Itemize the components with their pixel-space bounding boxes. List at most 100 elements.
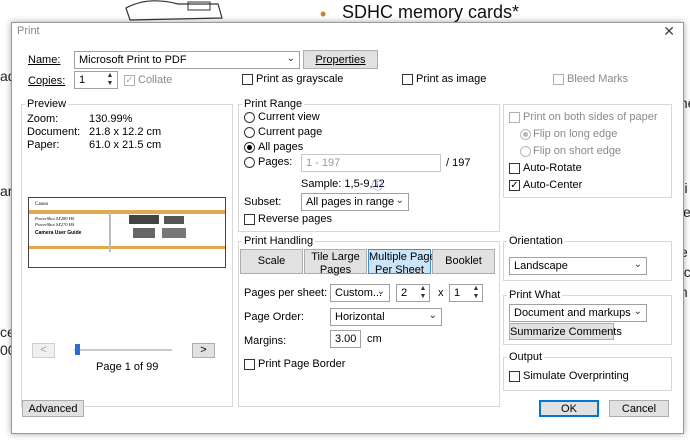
page-order-select[interactable]: Horizontal ⌄ [330, 308, 442, 326]
zoom-label: Zoom: [27, 113, 59, 125]
print-page-border-label: Print Page Border [258, 358, 346, 370]
booklet-tab-label: Booklet [445, 255, 482, 267]
print-as-image-checkbox[interactable] [402, 74, 413, 85]
advanced-button[interactable]: Advanced [22, 400, 84, 417]
auto-center-checkbox[interactable]: ✓ [509, 180, 520, 191]
thumbnail-model-2: PowerShot SX270 HS [35, 222, 75, 227]
bleed-marks-label: Bleed Marks [567, 73, 629, 85]
page-order-label: Page Order: [244, 311, 304, 323]
copies-value: 1 [79, 74, 86, 86]
spin-arrows-icon[interactable]: ▲ ▼ [471, 285, 481, 301]
tile-large-pages-tab[interactable]: Tile Large Pages [304, 249, 367, 276]
subset-value: All pages in range [306, 196, 395, 208]
info-icon[interactable]: ⓘ [372, 177, 383, 193]
chevron-down-icon: ⌄ [633, 259, 642, 270]
collate-checkbox[interactable]: ✓ [124, 75, 135, 86]
pages-label: Pages: [258, 156, 293, 168]
chevron-down-icon: ⌄ [395, 195, 404, 206]
document-size-value: 21.8 x 12.2 cm [89, 126, 162, 138]
properties-button-label: Properties [315, 54, 366, 66]
print-page-border-checkbox[interactable] [244, 359, 255, 370]
summarize-comments-button[interactable]: Summarize Comments [509, 323, 622, 340]
thumbnail-brand: Canon [35, 202, 49, 207]
print-handling-group-label: Print Handling [242, 235, 316, 247]
auto-rotate-checkbox[interactable] [509, 163, 520, 174]
chevron-down-icon: ⌄ [376, 286, 385, 297]
print-dialog: Print ✕ Name: Microsoft Print to PDF ⌄ P… [11, 22, 684, 434]
flip-long-edge-radio[interactable] [520, 129, 531, 140]
pages-per-sheet-label: Pages per sheet: [244, 287, 328, 299]
preview-thumbnail: Canon PowerShot SX280 HS PowerShot SX270… [28, 197, 226, 268]
thumbnail-stripe [29, 246, 225, 249]
bleed-marks-checkbox[interactable] [553, 74, 564, 85]
all-pages-radio[interactable] [244, 142, 255, 153]
print-what-select[interactable]: Document and markups ⌄ [509, 304, 647, 322]
thumbnail-image [164, 216, 184, 224]
scale-tab[interactable]: Scale [240, 249, 303, 274]
spin-arrows-icon[interactable]: ▲ ▼ [418, 285, 428, 301]
columns-value: 2 [401, 287, 408, 299]
orientation-select[interactable]: Landscape ⌄ [509, 257, 647, 275]
copies-label: Copies: [28, 75, 66, 87]
page-indicator: Page 1 of 99 [96, 361, 159, 373]
page-slider-track[interactable] [74, 349, 172, 351]
cancel-button[interactable]: Cancel [609, 400, 669, 417]
title-bar: Print ✕ [12, 23, 683, 41]
current-view-radio[interactable] [244, 112, 255, 123]
printer-name-label: Name: [28, 54, 61, 66]
advanced-button-label: Advanced [28, 403, 78, 415]
printer-name-select[interactable]: Microsoft Print to PDF ⌄ [74, 51, 300, 69]
prev-page-button[interactable]: < [32, 343, 55, 358]
pages-range-input[interactable]: 1 - 197 [301, 154, 441, 172]
paper-size-value: 61.0 x 21.5 cm [89, 139, 162, 151]
all-pages-label: All pages [258, 141, 304, 153]
current-view-label: Current view [258, 111, 320, 123]
tile-tab-label-1: Tile Large [311, 251, 360, 263]
multiple-pages-per-sheet-tab[interactable]: Multiple Pages Per Sheet [368, 249, 441, 276]
multi-tab-label-2: Per Sheet [375, 263, 424, 276]
booklet-tab[interactable]: Booklet [432, 249, 495, 274]
reverse-pages-checkbox[interactable] [244, 214, 255, 225]
grayscale-checkbox[interactable] [242, 74, 253, 85]
pages-per-sheet-select[interactable]: Custom... ⌄ [330, 284, 390, 302]
thumbnail-divider [109, 212, 111, 252]
collate-label: Collate [138, 74, 173, 86]
thumbnail-image [129, 215, 159, 224]
scale-tab-label: Scale [257, 255, 286, 267]
ok-button[interactable]: OK [539, 400, 599, 417]
subset-select[interactable]: All pages in range ⌄ [301, 193, 409, 211]
margins-unit: cm [367, 333, 382, 345]
close-icon[interactable]: ✕ [663, 23, 675, 40]
reverse-pages-label: Reverse pages [258, 213, 332, 225]
slide-heading: SDHC memory cards* [342, 2, 520, 22]
ok-button-label: OK [561, 403, 577, 415]
cancel-button-label: Cancel [621, 403, 657, 415]
subset-label: Subset: [244, 196, 282, 208]
margins-input[interactable]: 3.00 [330, 330, 361, 348]
next-page-button[interactable]: > [192, 343, 215, 358]
spin-arrows-icon[interactable]: ▲ ▼ [105, 72, 115, 88]
properties-button[interactable]: Properties [303, 50, 378, 69]
flip-short-edge-radio[interactable] [520, 146, 531, 157]
page-slider-thumb[interactable] [75, 344, 80, 355]
orientation-group-label: Orientation [507, 235, 565, 247]
summarize-comments-label: Summarize Comments [510, 326, 622, 338]
thumbnail-image [162, 228, 186, 238]
page-order-value: Horizontal [335, 311, 385, 323]
print-what-value: Document and markups [514, 307, 631, 319]
chevron-left-icon: < [40, 344, 47, 356]
multiply-label: x [438, 287, 444, 299]
pages-per-sheet-value: Custom... [335, 287, 383, 299]
print-both-sides-checkbox[interactable] [509, 112, 520, 123]
print-range-group-label: Print Range [242, 98, 305, 110]
tile-tab-label-2: Pages [319, 263, 352, 276]
simulate-overprinting-checkbox[interactable] [509, 371, 520, 382]
dialog-title: Print [17, 25, 40, 37]
pages-radio[interactable] [244, 157, 255, 168]
thumbnail-model-1: PowerShot SX280 HS [35, 216, 75, 221]
print-both-sides-label: Print on both sides of paper [523, 111, 658, 123]
chevron-down-icon: ⌄ [286, 53, 295, 64]
current-page-radio[interactable] [244, 127, 255, 138]
margins-label: Margins: [244, 335, 287, 347]
current-page-label: Current page [258, 126, 323, 138]
